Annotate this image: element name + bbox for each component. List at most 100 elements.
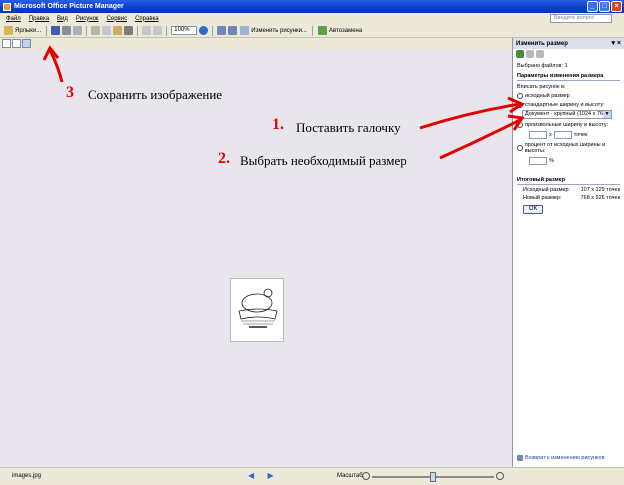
toolbar-separator (212, 25, 214, 36)
email-icon[interactable] (73, 26, 83, 35)
shortcuts-icon (4, 26, 13, 35)
back-icon[interactable] (516, 50, 524, 58)
custom-x-label: x (549, 132, 552, 138)
pane-nav (513, 49, 624, 60)
original-size-label: Исходный размер: (523, 187, 571, 193)
redo-icon[interactable] (153, 26, 163, 35)
zoom-select[interactable]: 100% (171, 26, 198, 35)
toolbar: Ярлыки... 100% Изменить рисунки... Автоз… (0, 24, 624, 38)
return-link[interactable]: Возврат к изменению рисунков (517, 455, 605, 461)
standard-size-select[interactable]: Документ - крупный (1024 x 768) ▼ (522, 110, 612, 119)
thumbnail-view-icon[interactable] (2, 39, 11, 48)
option-standard-label: стандартные ширину и высоту: (525, 102, 605, 108)
ok-button[interactable]: ОК (523, 205, 543, 214)
menu-edit[interactable]: Правка (29, 16, 49, 22)
option-original-label: исходный размер (525, 93, 570, 99)
step1-text: Поставить галочку (296, 120, 401, 135)
edit-pictures-icon (240, 26, 250, 35)
zoom-out-icon[interactable] (362, 472, 370, 480)
resize-settings-heading: Параметры изменения размера (517, 73, 620, 81)
radio-original[interactable] (517, 93, 523, 99)
pane-title: Изменить размер (516, 40, 568, 47)
filmstrip-view-icon[interactable] (12, 39, 21, 48)
standard-size-value: Документ - крупный (1024 x 768) (525, 111, 608, 117)
menu-tools[interactable]: Сервис (107, 16, 128, 22)
autocorrect-icon (317, 26, 327, 35)
original-size-row: Исходный размер: 107 x 129 точек (517, 187, 620, 193)
option-percent-label: процент от исходных ширины и высоты: (524, 142, 606, 154)
chevron-down-icon[interactable]: ▼ (603, 111, 611, 118)
rotate-left-icon[interactable] (217, 26, 227, 35)
result-size-heading: Итоговый размер (517, 177, 620, 185)
radio-custom[interactable] (517, 122, 523, 128)
maximize-button[interactable]: □ (599, 1, 610, 12)
pane-close-icon[interactable]: ▾ × (611, 39, 621, 47)
step1-number: 1. (272, 116, 284, 133)
status-bar: images.jpg ◀ ▶ Масштаб: (0, 467, 624, 485)
view-mode-bar (0, 38, 512, 50)
zoom-in-icon[interactable] (496, 472, 504, 480)
menu-bar: Файл Правка Вид Рисунок Сервис Справка В… (0, 13, 624, 24)
autocorrect-label: Автозамена (328, 27, 363, 34)
new-size-row: Новый размер: 768 x 926 точек (517, 195, 620, 201)
step2-number: 2. (218, 150, 230, 167)
menu-picture[interactable]: Рисунок (76, 16, 99, 22)
toolbar-separator (46, 25, 48, 36)
picture-preview[interactable] (230, 278, 284, 342)
print-icon[interactable] (62, 26, 72, 35)
rotate-right-icon[interactable] (228, 26, 238, 35)
edit-pictures-button[interactable]: Изменить рисунки... (239, 25, 308, 36)
autocorrect-button[interactable]: Автозамена (317, 25, 363, 36)
zoom-slider[interactable] (372, 472, 494, 482)
single-view-icon[interactable] (22, 39, 31, 48)
percent-input-row: % (517, 157, 620, 165)
option-original[interactable]: исходный размер (517, 93, 620, 99)
forward-icon[interactable] (526, 50, 534, 58)
custom-width-input[interactable] (529, 131, 547, 139)
option-custom-label: произвольные ширину и высоту: (525, 122, 609, 128)
nav-arrows[interactable]: ◀ ▶ (248, 471, 274, 480)
return-link-label: Возврат к изменению рисунков (525, 455, 605, 461)
menu-help[interactable]: Справка (135, 16, 159, 22)
shortcuts-button[interactable]: Ярлыки... (3, 25, 42, 36)
cat-sketch-icon (238, 288, 278, 328)
copy-icon[interactable] (102, 26, 112, 35)
resize-task-pane: Изменить размер ▾ × Выбрано файлов: 1 Па… (512, 38, 624, 467)
file-name: images.jpg (12, 473, 42, 479)
option-standard[interactable]: стандартные ширину и высоту: (517, 102, 620, 108)
delete-icon[interactable] (124, 26, 134, 35)
radio-percent[interactable] (517, 145, 523, 151)
custom-unit-label: точек (573, 132, 588, 138)
step2-text: Выбрать необходимый размер (240, 153, 407, 168)
app-icon (3, 2, 11, 11)
percent-input[interactable] (529, 157, 547, 165)
ask-question-input[interactable]: Введите вопрос (550, 14, 612, 23)
toolbar-separator (166, 25, 168, 36)
custom-height-input[interactable] (553, 131, 572, 139)
menu-file[interactable]: Файл (6, 16, 21, 22)
pane-header: Изменить размер ▾ × (513, 38, 624, 49)
undo-icon[interactable] (142, 26, 152, 35)
paste-icon[interactable] (113, 26, 123, 35)
step3-text: Сохранить изображение (88, 87, 223, 102)
toolbar-separator (311, 25, 313, 36)
step3-number: 3 (66, 84, 74, 101)
cut-icon[interactable] (91, 26, 101, 35)
shortcuts-label: Ярлыки... (15, 27, 42, 34)
zoom-slider-thumb[interactable] (430, 472, 436, 482)
radio-standard[interactable] (517, 102, 523, 108)
zoom-label: Масштаб: (337, 473, 365, 479)
picture-view-area (0, 50, 512, 467)
close-button[interactable]: × (611, 1, 622, 12)
original-size-value: 107 x 129 точек (580, 187, 620, 193)
option-custom[interactable]: произвольные ширину и высоту: (517, 122, 620, 128)
home-icon[interactable] (536, 50, 544, 58)
option-percent[interactable]: процент от исходных ширины и высоты: (517, 142, 620, 154)
new-size-value: 768 x 926 точек (580, 195, 620, 201)
minimize-button[interactable]: _ (587, 1, 598, 12)
menu-view[interactable]: Вид (57, 16, 68, 22)
help-icon[interactable] (199, 26, 209, 35)
save-icon[interactable] (51, 26, 61, 35)
custom-size-inputs: x точек (517, 131, 620, 139)
new-size-label: Новый размер: (523, 195, 562, 201)
